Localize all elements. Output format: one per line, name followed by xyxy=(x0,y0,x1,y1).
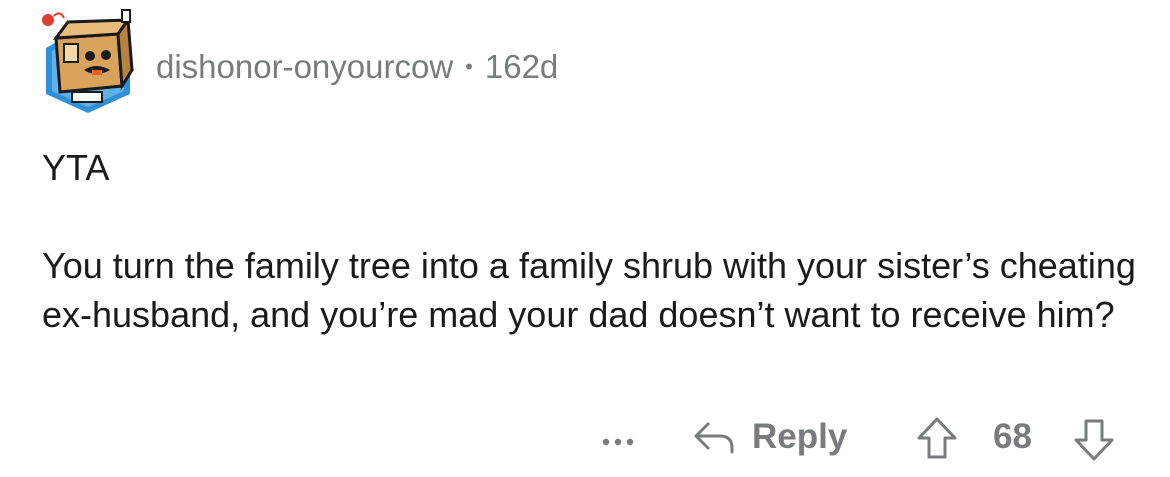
comment-body: YTA You turn the family tree into a fami… xyxy=(42,143,1142,339)
reply-label: Reply xyxy=(752,417,848,456)
upvote-arrow-icon xyxy=(917,417,957,459)
more-options-button[interactable] xyxy=(598,416,644,456)
comment-actions: Reply 68 xyxy=(0,412,1170,462)
comment-paragraph: YTA xyxy=(42,147,110,188)
downvote-arrow-icon xyxy=(1074,419,1114,461)
comment-paragraph: You turn the family tree into a family s… xyxy=(42,245,1136,335)
more-options-icon xyxy=(602,438,634,446)
meta-separator: • xyxy=(465,54,473,79)
author-link[interactable]: dishonor-onyourcow xyxy=(156,48,453,86)
reply-button[interactable]: Reply xyxy=(692,412,847,462)
comment-age: 162d xyxy=(484,48,559,85)
upvote-button[interactable] xyxy=(915,416,959,465)
cardboard-box-character-avatar-icon xyxy=(42,9,134,113)
comment-meta: dishonor-onyourcow • 162d xyxy=(156,46,558,88)
downvote-button[interactable] xyxy=(1072,418,1116,467)
vote-score: 68 xyxy=(993,417,1032,456)
reply-arrow-icon xyxy=(694,422,734,454)
avatar[interactable] xyxy=(38,8,138,113)
